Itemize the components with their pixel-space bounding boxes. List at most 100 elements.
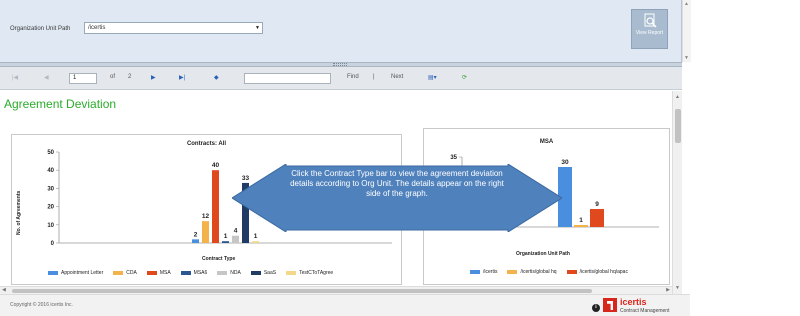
legend-item: /icertis/global hq: [507, 269, 557, 275]
last-page-icon[interactable]: ▶|: [179, 74, 185, 81]
data-label: 12: [202, 213, 210, 220]
legend-label: /icertis: [483, 269, 498, 275]
previous-page-icon[interactable]: ◀: [44, 74, 49, 81]
data-label: 2: [194, 231, 198, 238]
current-page-input[interactable]: 1: [69, 73, 97, 84]
scroll-left-icon[interactable]: ◀: [2, 287, 6, 293]
legend-item: CDA: [113, 270, 137, 276]
bar[interactable]: [212, 170, 219, 243]
legend-swatch: [217, 271, 228, 275]
scrollbar-thumb[interactable]: [675, 109, 681, 143]
org-unit-path-select[interactable]: /icertis ▼: [84, 22, 263, 34]
parameters-panel: Organization Unit Path /icertis ▼ View R…: [0, 0, 682, 62]
logo-tagline: Contract Management: [620, 308, 670, 314]
scrollbar-thumb[interactable]: [12, 289, 592, 293]
chart-legend: /icertis/icertis/global hq/icertis/globa…: [470, 269, 638, 275]
y-tick-label: 0: [51, 241, 55, 247]
y-tick-label: 50: [47, 150, 54, 156]
view-report-icon: [644, 13, 657, 28]
legend-swatch: [48, 271, 58, 275]
legend-swatch: [566, 270, 577, 274]
legend-item: /icertis/global hq/apac: [566, 269, 628, 275]
instruction-callout: Click the Contract Type bar to view the …: [232, 164, 562, 232]
legend-label: SaaS: [263, 270, 277, 276]
data-label: 1: [579, 217, 583, 224]
legend-label: CDA: [126, 270, 137, 276]
find-link[interactable]: Find: [347, 74, 359, 80]
callout-text: Click the Contract Type bar to view the …: [290, 169, 504, 198]
data-label: 40: [212, 162, 220, 169]
params-scrollbar[interactable]: ▲ ▼: [682, 0, 691, 62]
data-label: 1: [224, 233, 228, 240]
dropdown-caret-icon: ▼: [255, 25, 260, 31]
scroll-right-icon[interactable]: ▶: [666, 287, 670, 293]
legend-item: MSA: [146, 270, 171, 276]
legend-label: MSA: [159, 270, 171, 276]
legend-label: MSA6: [193, 270, 208, 276]
legend-item: Appointment Letter: [48, 270, 103, 276]
data-label: 30: [561, 159, 569, 166]
y-tick-label: 10: [47, 223, 54, 229]
legend-label: TestCToTAgree: [299, 270, 334, 276]
icertis-logo: icertis Contract Management: [603, 297, 687, 316]
bar[interactable]: [574, 225, 588, 227]
legend-item: TestCToTAgree: [286, 270, 333, 276]
view-report-button[interactable]: View Report: [631, 9, 668, 49]
icertis-logo-mark: [603, 298, 617, 312]
bar[interactable]: [252, 241, 259, 243]
page-total-label: 2: [128, 74, 132, 80]
legend-swatch: [507, 270, 518, 274]
scroll-down-icon[interactable]: ▼: [684, 55, 689, 61]
data-label: 1: [254, 233, 258, 240]
y-tick-label: 40: [47, 168, 54, 174]
legend-swatch: [250, 271, 261, 275]
bar[interactable]: [232, 235, 239, 243]
legend-swatch: [113, 271, 124, 275]
legend-label: NDA: [230, 270, 241, 276]
scroll-down-icon[interactable]: ▼: [675, 285, 680, 291]
y-tick-label: 35: [450, 155, 457, 161]
x-axis-label: Contract Type: [202, 256, 236, 262]
scroll-up-icon[interactable]: ▲: [675, 94, 680, 100]
legend-item: SaaS: [250, 270, 277, 276]
report-toolbar: |◀ ◀ 1 of 2 ▶ ▶| ◆ Find | Next ▤▾ ⟳: [0, 67, 682, 90]
find-text-input[interactable]: [244, 73, 331, 84]
x-axis-label: Organization Unit Path: [516, 251, 570, 257]
toolbar-separator: |: [373, 74, 375, 80]
bar[interactable]: [222, 241, 229, 243]
org-unit-path-value: /icertis: [88, 25, 106, 31]
legend-label: Appointment Letter: [61, 270, 104, 276]
legend-swatch: [146, 271, 157, 275]
scroll-up-icon[interactable]: ▲: [684, 1, 689, 7]
bar[interactable]: [202, 221, 209, 243]
page-of-label: of: [110, 74, 116, 80]
legend-item: MSA6: [180, 270, 208, 276]
logo-name: icertis: [620, 297, 647, 307]
next-link[interactable]: Next: [391, 74, 403, 80]
bar[interactable]: [192, 239, 199, 243]
org-unit-path-label: Organization Unit Path: [10, 26, 71, 32]
splitter-grip-icon[interactable]: [333, 63, 347, 66]
legend-label: /icertis/global hq: [520, 269, 557, 275]
y-tick-label: 30: [47, 186, 54, 192]
refresh-icon[interactable]: ⟳: [462, 74, 467, 81]
legend-swatch: [180, 271, 191, 275]
legend-swatch: [286, 271, 297, 275]
chart-title: MSA: [539, 139, 554, 145]
chart-legend: Appointment Letter CDA MSA MSA6 NDA SaaS TestC…: [48, 270, 343, 276]
info-icon[interactable]: i: [592, 304, 600, 312]
report-horizontal-scrollbar[interactable]: ◀ ▶: [0, 286, 672, 294]
report-vertical-scrollbar[interactable]: ▲ ▼: [672, 91, 682, 294]
y-tick-label: 20: [47, 205, 54, 211]
first-page-icon[interactable]: |◀: [12, 74, 18, 81]
back-to-parent-icon[interactable]: ◆: [214, 74, 219, 81]
export-icon[interactable]: ▤▾: [428, 74, 437, 81]
next-page-icon[interactable]: ▶: [151, 74, 156, 81]
view-report-label: View Report: [635, 30, 664, 36]
data-label: 9: [595, 201, 599, 208]
legend-item: NDA: [217, 270, 241, 276]
report-title: Agreement Deviation: [4, 97, 117, 111]
bar[interactable]: [590, 209, 604, 227]
copyright-text: Copyright © 2016 icertis Inc.: [10, 302, 73, 308]
page-footer: Copyright © 2016 icertis Inc. i icertis …: [0, 294, 690, 316]
